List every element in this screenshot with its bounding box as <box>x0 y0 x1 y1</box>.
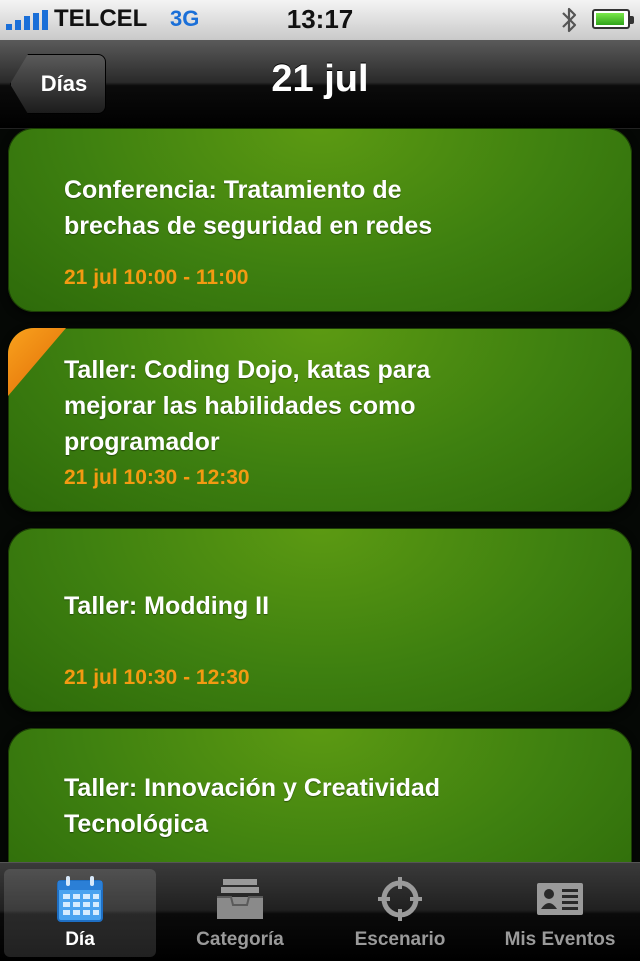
page-title: 21 jul <box>271 58 369 100</box>
event-title: Taller: Modding II <box>64 592 270 620</box>
event-card[interactable]: Taller: Modding II 21 jul 10:30 - 12:30 <box>8 528 632 712</box>
event-card[interactable]: Conferencia: Tratamiento de brechas de s… <box>8 128 632 312</box>
tab-label: Escenario <box>354 929 446 950</box>
tab-escenario[interactable]: Escenario <box>324 869 476 957</box>
event-time: 21 jul 10:30 - 12:30 <box>64 666 250 689</box>
event-card[interactable]: Taller: Innovación y Creatividad Tecnoló… <box>8 728 632 862</box>
status-bar: TELCEL 3G 13:17 <box>0 0 640 40</box>
event-title: Taller: Coding Dojo, katas para mejorar … <box>64 356 431 456</box>
tab-bar: Día Categoría Escenario Mis Eventos <box>0 862 640 961</box>
inbox-tray-icon <box>217 879 263 919</box>
tab-mis-eventos[interactable]: Mis Eventos <box>484 869 636 957</box>
event-time: 21 jul 10:30 - 12:30 <box>64 466 250 489</box>
network-type: 3G <box>170 6 200 31</box>
tab-label: Mis Eventos <box>504 929 616 950</box>
tab-categoria[interactable]: Categoría <box>164 869 316 957</box>
contact-card-icon <box>537 883 583 915</box>
signal-strength-icon <box>6 10 48 30</box>
battery-icon <box>592 9 634 29</box>
event-list[interactable]: Conferencia: Tratamiento de brechas de s… <box>0 128 640 862</box>
carrier-name: TELCEL <box>54 5 148 32</box>
tab-dia[interactable]: Día <box>4 869 156 957</box>
tab-label: Día <box>65 929 95 950</box>
favorite-flag-icon <box>8 328 66 396</box>
event-title: Conferencia: Tratamiento de brechas de s… <box>64 176 433 240</box>
event-card[interactable]: Taller: Coding Dojo, katas para mejorar … <box>8 328 632 512</box>
calendar-icon <box>57 876 103 922</box>
tab-label: Categoría <box>196 929 284 950</box>
event-time: 21 jul 10:00 - 11:00 <box>64 266 249 289</box>
crosshair-icon <box>378 877 422 921</box>
navigation-bar: Días 21 jul <box>0 40 640 129</box>
event-title: Taller: Innovación y Creatividad Tecnoló… <box>64 774 441 838</box>
bluetooth-icon <box>562 7 577 33</box>
